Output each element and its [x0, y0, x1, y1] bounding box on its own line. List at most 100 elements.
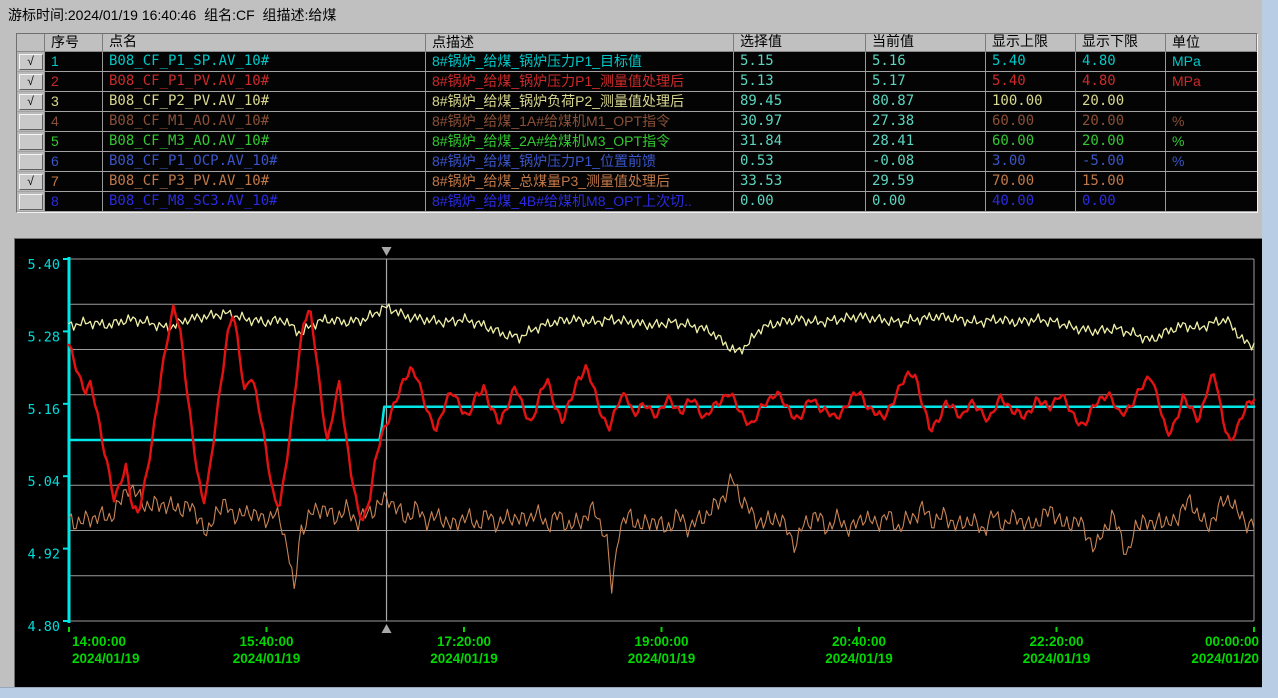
current-value: 29.59: [866, 172, 986, 191]
current-value: 5.16: [866, 52, 986, 71]
x-axis-time-label: 22:20:00: [1029, 634, 1083, 649]
table-row[interactable]: 5B08_CF_M3_AO.AV_10#8#锅炉_给煤_2A#给煤机M3_OPT…: [17, 132, 1257, 152]
trend-curve-P1_PV_pressure: [69, 305, 1254, 520]
point-name: B08_CF_M8_SC3.AV_10#: [103, 192, 426, 211]
display-hi-limit: 40.00: [986, 192, 1076, 211]
point-name: B08_CF_P1_OCP.AV_10#: [103, 152, 426, 171]
unit-label: MPa: [1166, 52, 1257, 71]
y-axis-label: 5.28: [27, 329, 60, 345]
column-header-hilimit: 显示上限: [986, 34, 1076, 51]
point-desc: 8#锅炉_给煤_4B#给煤机M8_OPT上次切..: [426, 192, 734, 211]
selected-value: 31.84: [734, 132, 866, 151]
y-axis-label: 5.40: [27, 257, 60, 273]
y-axis-label: 5.04: [27, 474, 60, 490]
x-axis-time-label: 19:00:00: [634, 634, 688, 649]
row-index: 5: [45, 132, 103, 151]
y-axis-label: 4.92: [27, 547, 60, 563]
unit-label: %: [1166, 132, 1257, 151]
current-value: 28.41: [866, 132, 986, 151]
unit-label: %: [1166, 152, 1257, 171]
display-hi-limit: 5.40: [986, 72, 1076, 91]
points-table: 序号 点名 点描述 选择值 当前值 显示上限 显示下限 单位 √1B08_CF_…: [16, 33, 1258, 213]
display-lo-limit: 4.80: [1076, 72, 1166, 91]
table-row[interactable]: 4B08_CF_M1_AO.AV_10#8#锅炉_给煤_1A#给煤机M1_OPT…: [17, 112, 1257, 132]
display-hi-limit: 70.00: [986, 172, 1076, 191]
table-header-row: 序号 点名 点描述 选择值 当前值 显示上限 显示下限 单位: [17, 34, 1257, 52]
display-hi-limit: 60.00: [986, 112, 1076, 131]
x-axis-time-label: 20:40:00: [832, 634, 886, 649]
table-row[interactable]: 6B08_CF_P1_OCP.AV_10#8#锅炉_给煤_锅炉压力P1_位置前馈…: [17, 152, 1257, 172]
display-hi-limit: 3.00: [986, 152, 1076, 171]
cursor-time-label: 游标时间:2024/01/19 16:40:46 组名:CF 组描述:给煤: [8, 5, 336, 25]
column-header-unit: 单位: [1166, 34, 1257, 51]
row-index: 1: [45, 52, 103, 71]
x-axis-time-label: 17:20:00: [437, 634, 491, 649]
x-axis-time-label: 00:00:00: [1205, 634, 1259, 649]
display-lo-limit: 0.00: [1076, 192, 1166, 211]
point-desc: 8#锅炉_给煤_锅炉压力P1_目标值: [426, 52, 734, 71]
table-row[interactable]: √3B08_CF_P2_PV.AV_10#8#锅炉_给煤_锅炉负荷P2_测量值处…: [17, 92, 1257, 112]
point-name: B08_CF_M1_AO.AV_10#: [103, 112, 426, 131]
row-checkbox[interactable]: √: [17, 172, 45, 191]
current-value: 80.87: [866, 92, 986, 111]
selected-value: 30.97: [734, 112, 866, 131]
point-desc: 8#锅炉_给煤_2A#给煤机M3_OPT指令: [426, 132, 734, 151]
point-name: B08_CF_P2_PV.AV_10#: [103, 92, 426, 111]
x-axis-time-label: 15:40:00: [239, 634, 293, 649]
display-lo-limit: 20.00: [1076, 92, 1166, 111]
row-checkbox[interactable]: [17, 132, 45, 151]
row-index: 2: [45, 72, 103, 91]
unit-label: [1166, 92, 1257, 111]
row-checkbox[interactable]: √: [17, 52, 45, 71]
selected-value: 0.00: [734, 192, 866, 211]
row-checkbox[interactable]: √: [17, 92, 45, 111]
x-axis-date-label: 2024/01/19: [233, 651, 301, 666]
trend-chart-svg[interactable]: 5.405.285.165.044.924.8014:00:002024/01/…: [15, 239, 1263, 687]
table-row[interactable]: √1B08_CF_P1_SP.AV_10#8#锅炉_给煤_锅炉压力P1_目标值 5…: [17, 52, 1257, 72]
table-row[interactable]: 8B08_CF_M8_SC3.AV_10#8#锅炉_给煤_4B#给煤机M8_OP…: [17, 192, 1257, 212]
cursor-handle-top[interactable]: [382, 247, 392, 256]
row-checkbox[interactable]: [17, 112, 45, 131]
checkbox-column-header: [17, 34, 45, 51]
display-lo-limit: 20.00: [1076, 112, 1166, 131]
display-hi-limit: 100.00: [986, 92, 1076, 111]
point-desc: 8#锅炉_给煤_锅炉压力P1_测量值处理后: [426, 72, 734, 91]
selected-value: 5.13: [734, 72, 866, 91]
point-desc: 8#锅炉_给煤_锅炉压力P1_位置前馈: [426, 152, 734, 171]
x-axis-date-label: 2024/01/19: [1023, 651, 1091, 666]
unit-label: [1166, 192, 1257, 211]
column-header-curval: 当前值: [866, 34, 986, 51]
point-name: B08_CF_P3_PV.AV_10#: [103, 172, 426, 191]
selected-value: 89.45: [734, 92, 866, 111]
display-lo-limit: -5.00: [1076, 152, 1166, 171]
row-checkbox[interactable]: √: [17, 72, 45, 91]
point-name: B08_CF_P1_PV.AV_10#: [103, 72, 426, 91]
display-lo-limit: 15.00: [1076, 172, 1166, 191]
display-lo-limit: 20.00: [1076, 132, 1166, 151]
table-row[interactable]: √2B08_CF_P1_PV.AV_10#8#锅炉_给煤_锅炉压力P1_测量值处…: [17, 72, 1257, 92]
table-row[interactable]: √7B08_CF_P3_PV.AV_10#8#锅炉_给煤_总煤量P3_测量值处理…: [17, 172, 1257, 192]
display-hi-limit: 5.40: [986, 52, 1076, 71]
current-value: 5.17: [866, 72, 986, 91]
row-index: 3: [45, 92, 103, 111]
x-axis-date-label: 2024/01/20: [1191, 651, 1259, 666]
x-axis-date-label: 2024/01/19: [72, 651, 140, 666]
trend-chart[interactable]: 5.405.285.165.044.924.8014:00:002024/01/…: [14, 238, 1264, 688]
cursor-handle-bottom[interactable]: [382, 624, 392, 633]
point-desc: 8#锅炉_给煤_1A#给煤机M1_OPT指令: [426, 112, 734, 131]
row-checkbox[interactable]: [17, 152, 45, 171]
row-index: 6: [45, 152, 103, 171]
point-name: B08_CF_M3_AO.AV_10#: [103, 132, 426, 151]
current-value: 0.00: [866, 192, 986, 211]
column-header-index: 序号: [45, 34, 103, 51]
row-index: 4: [45, 112, 103, 131]
column-header-name: 点名: [103, 34, 426, 51]
column-header-selval: 选择值: [734, 34, 866, 51]
point-name: B08_CF_P1_SP.AV_10#: [103, 52, 426, 71]
row-index: 8: [45, 192, 103, 211]
selected-value: 33.53: [734, 172, 866, 191]
row-checkbox[interactable]: [17, 192, 45, 211]
column-header-lolimit: 显示下限: [1076, 34, 1166, 51]
x-axis-date-label: 2024/01/19: [430, 651, 498, 666]
point-desc: 8#锅炉_给煤_锅炉负荷P2_测量值处理后: [426, 92, 734, 111]
